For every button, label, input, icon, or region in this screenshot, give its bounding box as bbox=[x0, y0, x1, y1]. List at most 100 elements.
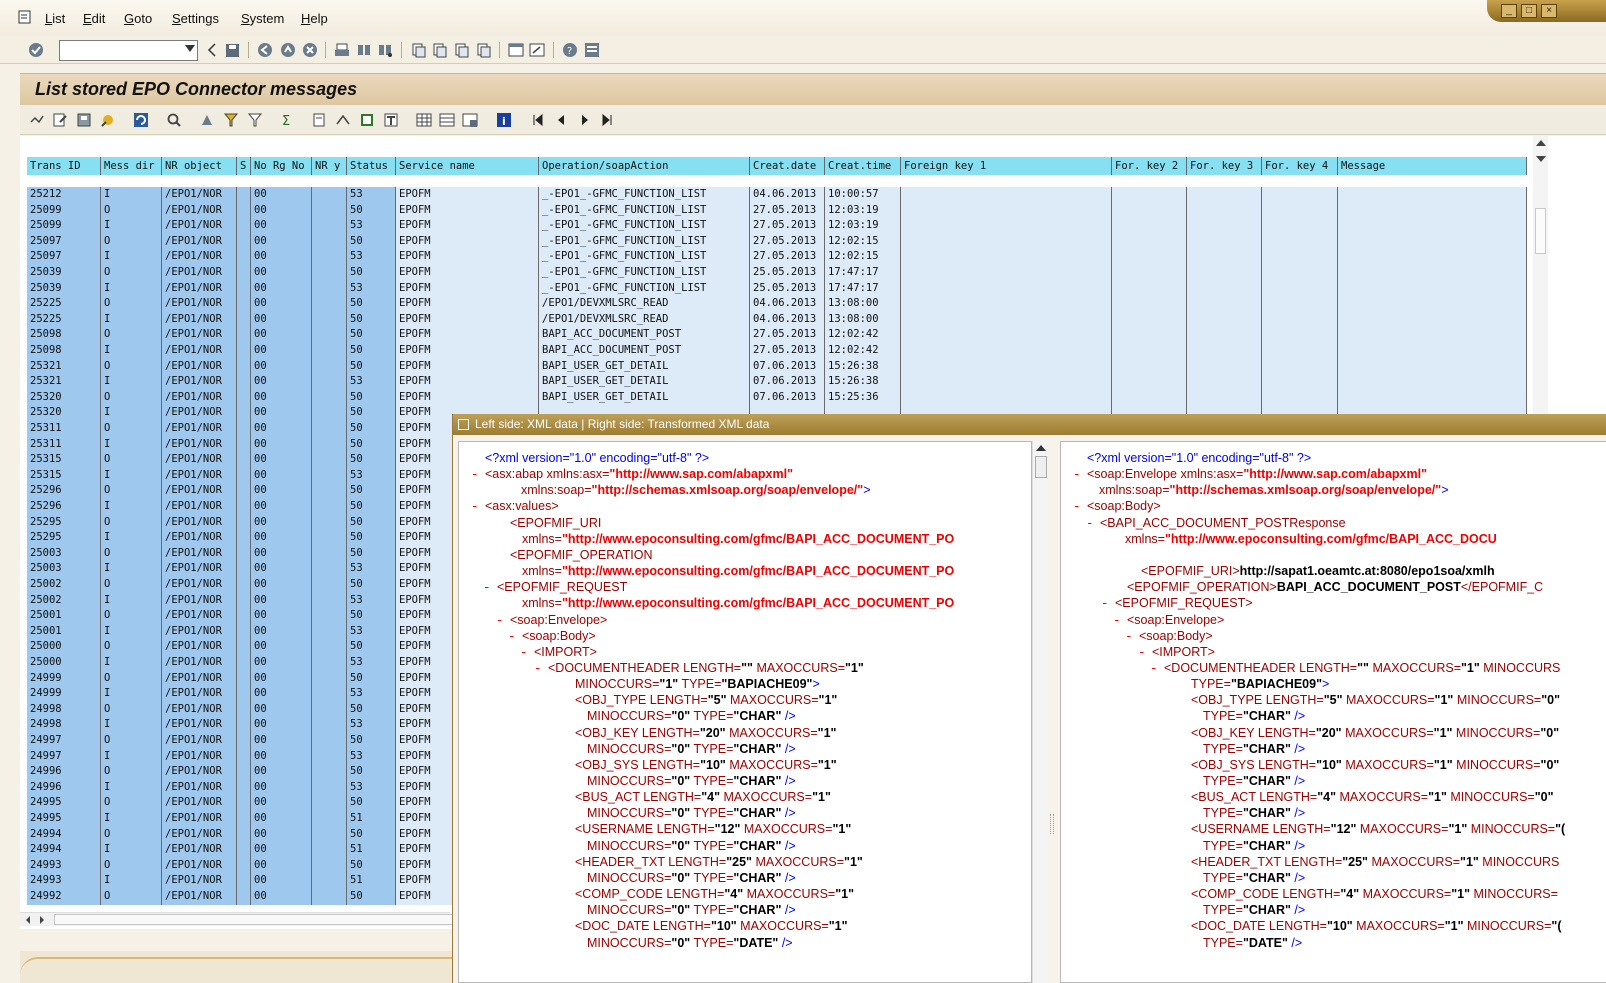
table-row[interactable]: 25039 I/EPO1/NOR 00 53 EPOFM _-EPO1_-GFMC_FUN… bbox=[27, 280, 1527, 297]
table-row[interactable]: 25321 I/EPO1/NOR 00 53 EPOFM BAPI_USER_GET_DE… bbox=[27, 374, 1527, 390]
maximize-button[interactable]: □ bbox=[1521, 4, 1537, 18]
table-row[interactable]: 25098 O/EPO1/NOR 00 50 EPOFM BAPI_ACC_DOCUMEN… bbox=[27, 327, 1527, 343]
spreadsheet-icon[interactable] bbox=[358, 111, 376, 129]
cancel-icon[interactable] bbox=[301, 41, 319, 59]
details-icon[interactable] bbox=[28, 111, 46, 129]
help-icon[interactable]: ? bbox=[561, 41, 579, 59]
first-row-icon[interactable] bbox=[529, 111, 547, 129]
menu-goto[interactable]: Goto bbox=[124, 11, 152, 26]
menu-help[interactable]: Help bbox=[301, 11, 328, 26]
reprocess-icon[interactable] bbox=[99, 111, 117, 129]
xml-collapse-toggle[interactable]: - bbox=[1073, 499, 1087, 515]
xml-collapse-toggle[interactable]: - bbox=[534, 661, 548, 677]
xml-right-pane[interactable]: <?xml version="1.0" encoding="utf-8" ?> -… bbox=[1060, 441, 1606, 983]
column-header[interactable]: Operation/soapAction bbox=[539, 157, 750, 175]
search-icon[interactable] bbox=[165, 111, 183, 129]
save-layout-icon[interactable] bbox=[461, 111, 479, 129]
xml-collapse-toggle[interactable]: - bbox=[471, 467, 485, 483]
set-filter-icon[interactable] bbox=[246, 111, 264, 129]
xml-collapse-toggle[interactable]: - bbox=[471, 499, 485, 515]
horizontal-scroll-thumb[interactable] bbox=[54, 914, 454, 925]
table-row[interactable]: 25212 I/EPO1/NOR 00 53 EPOFM _-EPO1_-GFMC_FUN… bbox=[27, 187, 1527, 203]
xml-collapse-toggle[interactable]: - bbox=[1150, 661, 1164, 677]
change-layout-icon[interactable] bbox=[415, 111, 433, 129]
xml-collapse-toggle[interactable]: - bbox=[1113, 613, 1127, 629]
column-header[interactable]: NR object bbox=[162, 157, 237, 175]
find-icon[interactable] bbox=[355, 41, 373, 59]
column-header[interactable]: For. key 4 bbox=[1262, 157, 1338, 175]
scroll-up-icon[interactable] bbox=[1036, 445, 1046, 451]
exit-icon[interactable] bbox=[279, 41, 297, 59]
filter-icon[interactable] bbox=[222, 111, 240, 129]
column-header[interactable]: For. key 3 bbox=[1187, 157, 1262, 175]
back-icon[interactable] bbox=[256, 41, 274, 59]
enter-icon[interactable] bbox=[27, 41, 45, 59]
shortcut-icon[interactable] bbox=[528, 41, 546, 59]
last-row-icon[interactable] bbox=[598, 111, 616, 129]
layout-menu-icon[interactable] bbox=[583, 41, 601, 59]
close-button[interactable]: × bbox=[1541, 4, 1557, 18]
table-row[interactable]: 25097 I/EPO1/NOR 00 53 EPOFM _-EPO1_-GFMC_FUN… bbox=[27, 249, 1527, 265]
table-row[interactable]: 25225 O/EPO1/NOR 00 50 EPOFM/EPO1/DEVXMLSRC_… bbox=[27, 296, 1527, 312]
first-page-icon[interactable] bbox=[410, 41, 428, 59]
next-row-icon[interactable] bbox=[576, 111, 594, 129]
pane-splitter[interactable] bbox=[1050, 814, 1054, 834]
export-icon[interactable] bbox=[334, 111, 352, 129]
table-row[interactable]: 25097 O/EPO1/NOR 00 50 EPOFM _-EPO1_-GFMC_FUN… bbox=[27, 233, 1527, 250]
previous-row-icon[interactable] bbox=[552, 111, 570, 129]
column-header[interactable]: For. key 2 bbox=[1112, 157, 1187, 175]
column-header[interactable]: Status bbox=[347, 157, 396, 175]
scroll-right-icon[interactable] bbox=[38, 915, 46, 925]
print-icon[interactable] bbox=[333, 41, 351, 59]
total-icon[interactable]: Σ bbox=[278, 111, 296, 129]
scroll-left-icon[interactable] bbox=[24, 915, 32, 925]
minimize-button[interactable]: _ bbox=[1501, 4, 1517, 18]
save-icon[interactable] bbox=[223, 41, 241, 59]
display-icon[interactable] bbox=[51, 111, 69, 129]
xml-collapse-toggle[interactable]: - bbox=[496, 613, 510, 629]
scroll-up-icon[interactable] bbox=[1536, 140, 1546, 146]
horizontal-scrollbar[interactable] bbox=[20, 912, 454, 926]
sort-ascending-icon[interactable] bbox=[198, 111, 216, 129]
left-pane-scrollbar[interactable] bbox=[1032, 441, 1048, 983]
create-session-icon[interactable] bbox=[507, 41, 525, 59]
table-row[interactable]: 25225 I/EPO1/NOR 00 50 EPOFM/EPO1/DEVXMLSRC_… bbox=[27, 311, 1527, 328]
column-header[interactable]: Message bbox=[1338, 157, 1527, 175]
xml-collapse-toggle[interactable]: - bbox=[1125, 629, 1139, 645]
table-row[interactable]: 25099 O/EPO1/NOR 00 50 EPOFM _-EPO1_-GFMC_FUN… bbox=[27, 202, 1527, 219]
column-header[interactable]: Creat.time bbox=[825, 157, 901, 175]
column-header[interactable]: No Rg No bbox=[251, 157, 312, 175]
scroll-down-icon[interactable] bbox=[1536, 156, 1546, 162]
chevron-down-icon[interactable] bbox=[185, 45, 195, 52]
xml-collapse-toggle[interactable]: - bbox=[1073, 467, 1087, 483]
xml-left-pane[interactable]: <?xml version="1.0" encoding="utf-8" ?> -… bbox=[458, 441, 1032, 983]
column-header[interactable]: Service name bbox=[396, 157, 539, 175]
information-icon[interactable]: i bbox=[495, 111, 513, 129]
table-row[interactable]: 25321 O/EPO1/NOR 00 50 EPOFM BAPI_USER_GET_DE… bbox=[27, 358, 1527, 375]
column-header[interactable]: S bbox=[237, 157, 251, 175]
xml-collapse-toggle[interactable]: - bbox=[1086, 516, 1100, 532]
column-header[interactable]: Mess dir bbox=[101, 157, 162, 175]
table-row[interactable]: 25099 I/EPO1/NOR 00 53 EPOFM _-EPO1_-GFMC_FUN… bbox=[27, 218, 1527, 234]
command-field[interactable] bbox=[59, 40, 198, 61]
back-arrow-icon[interactable] bbox=[203, 41, 221, 59]
scroll-thumb[interactable] bbox=[1035, 456, 1047, 478]
download-icon[interactable] bbox=[75, 111, 93, 129]
scroll-thumb[interactable] bbox=[1535, 208, 1546, 254]
table-row[interactable]: 25098 I/EPO1/NOR 00 50 EPOFM BAPI_ACC_DOCUMEN… bbox=[27, 343, 1527, 359]
xml-collapse-toggle[interactable]: - bbox=[1101, 596, 1115, 612]
menu-document-icon[interactable] bbox=[18, 10, 32, 24]
column-header[interactable]: Creat.date bbox=[750, 157, 825, 175]
previous-page-icon[interactable] bbox=[431, 41, 449, 59]
choose-layout-icon[interactable] bbox=[438, 111, 456, 129]
menu-settings[interactable]: Settings bbox=[172, 11, 219, 26]
column-header[interactable]: Foreign key 1 bbox=[901, 157, 1112, 175]
menu-edit[interactable]: Edit bbox=[83, 11, 105, 26]
column-header[interactable]: NR y bbox=[312, 157, 347, 175]
print-preview-icon[interactable] bbox=[310, 111, 328, 129]
menu-list[interactable]: List bbox=[45, 11, 65, 26]
xml-collapse-toggle[interactable]: - bbox=[520, 645, 534, 661]
refresh-icon[interactable] bbox=[132, 111, 150, 129]
xml-collapse-toggle[interactable]: - bbox=[483, 580, 497, 596]
xml-collapse-toggle[interactable]: - bbox=[508, 629, 522, 645]
